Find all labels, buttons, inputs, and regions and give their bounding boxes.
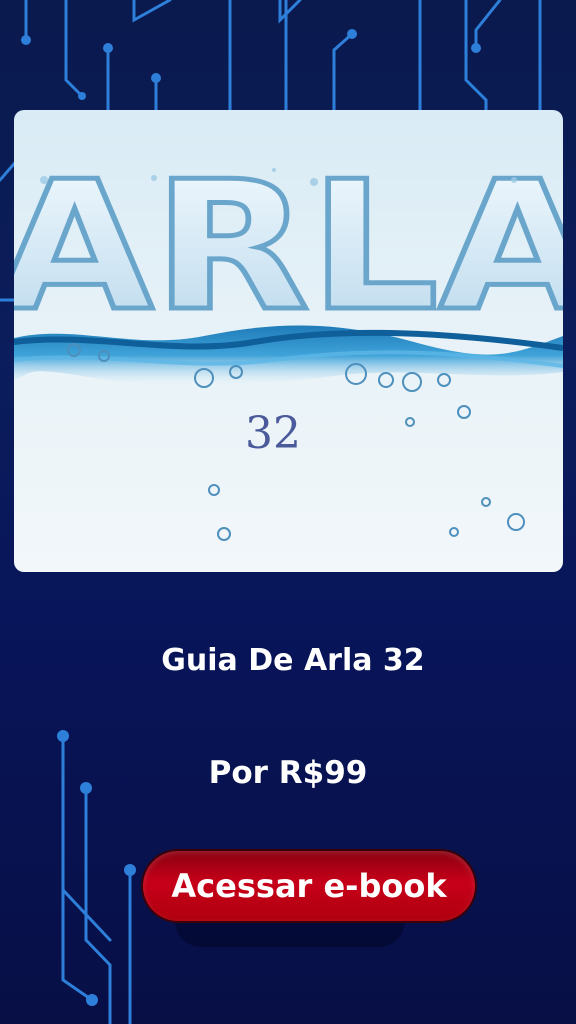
access-ebook-button[interactable]: Acessar e-book [143, 851, 475, 921]
ebook-title: Guia De Arla 32 [161, 643, 425, 678]
price-label: Por R$99 [208, 755, 368, 791]
cover-number: 32 [245, 408, 301, 459]
cover-word: ARLA [14, 143, 563, 350]
ebook-cover-image: ARLA 32 [14, 110, 563, 572]
